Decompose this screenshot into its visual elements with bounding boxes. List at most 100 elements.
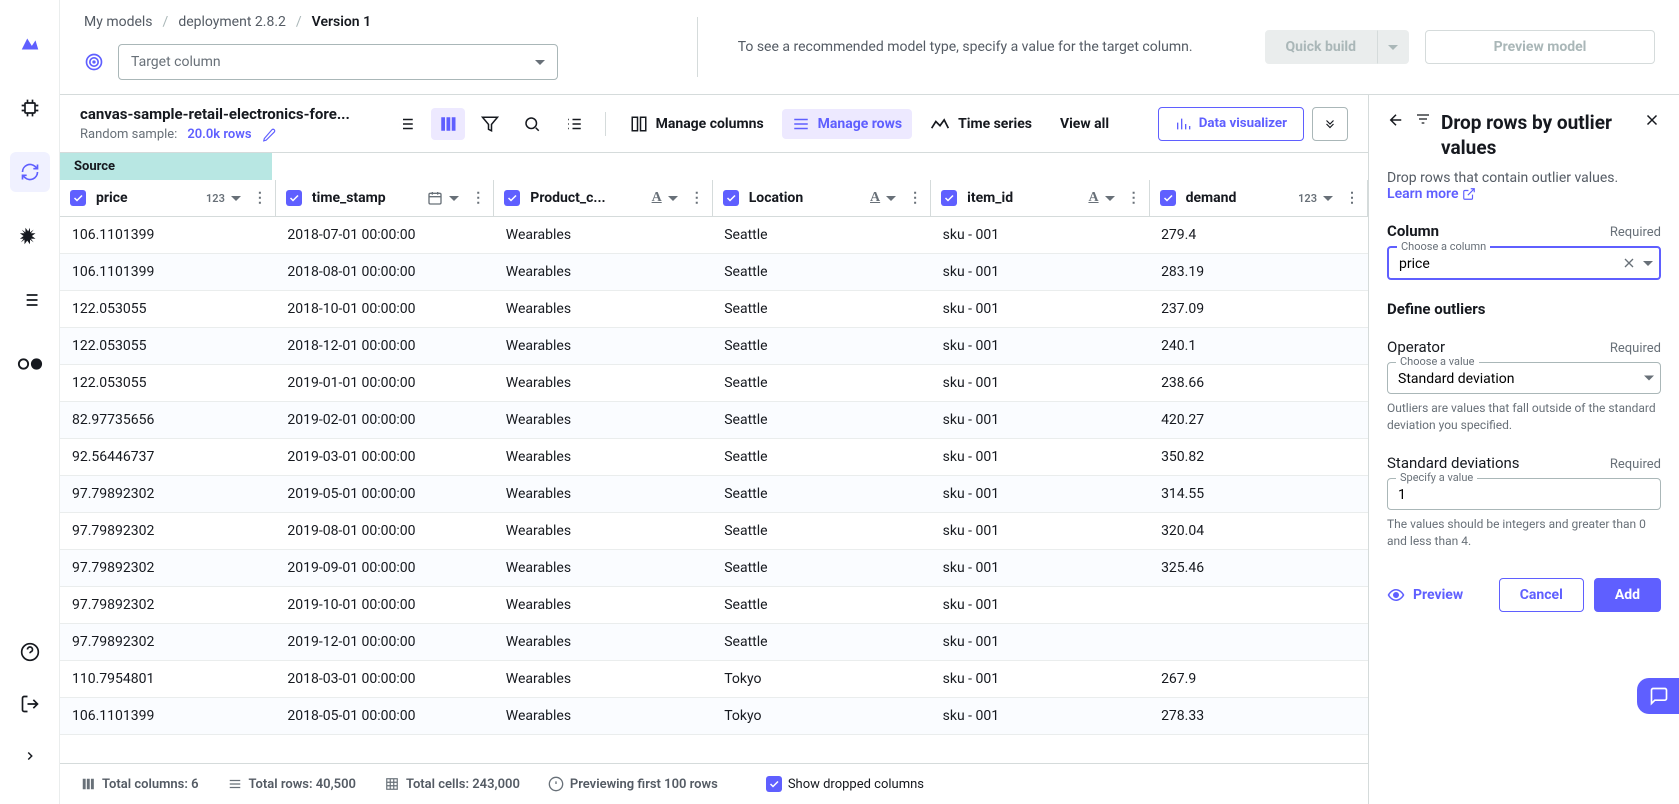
add-button[interactable]: Add [1594,578,1661,612]
list-view-icon[interactable] [389,108,423,140]
cancel-button[interactable]: Cancel [1499,578,1584,612]
column-checkbox[interactable] [286,190,302,206]
more-options-button[interactable] [1312,107,1348,141]
kebab-icon[interactable]: ⋮ [253,190,267,206]
breadcrumb-root[interactable]: My models [84,14,153,30]
panel-desc: Drop rows that contain outlier values. [1387,170,1661,186]
preview-button[interactable]: Preview [1387,586,1463,604]
column-header[interactable]: item_idA ⋮ [931,180,1149,217]
filter-icon[interactable] [1415,111,1431,127]
quick-build-split: Quick build [1265,30,1409,64]
sample-label: Random sample: [80,127,177,142]
kebab-icon[interactable]: ⋮ [908,190,922,206]
time-series-button[interactable]: Time series [920,110,1042,138]
nav-chip-icon[interactable] [10,88,50,128]
table-cell: 106.1101399 [60,698,275,735]
table-cell: 325.46 [1149,550,1367,587]
column-header[interactable]: price123 ⋮ [60,180,275,217]
column-checkbox[interactable] [723,190,739,206]
column-name: item_id [967,190,1013,206]
column-checkbox[interactable] [70,190,86,206]
manage-columns-button[interactable]: Manage columns [620,109,774,139]
column-input-wrap[interactable]: Choose a column [1387,246,1661,280]
nav-toggle-icon[interactable] [10,344,50,384]
define-outliers-label: Define outliers [1387,300,1661,318]
table-cell [1149,587,1367,624]
breadcrumb-current: Version 1 [312,14,371,30]
learn-more-link[interactable]: Learn more [1387,186,1476,202]
back-icon[interactable] [1387,111,1405,129]
chevron-down-icon[interactable] [449,196,459,201]
close-icon[interactable] [1643,111,1661,129]
manage-rows-button[interactable]: Manage rows [782,109,912,139]
column-checkbox[interactable] [941,190,957,206]
table-cell: Wearables [494,550,712,587]
table-cell: Seattle [712,291,930,328]
column-checkbox[interactable] [1160,190,1176,206]
side-panel: Drop rows by outlier values Drop rows th… [1369,95,1679,804]
chevron-down-icon[interactable] [1105,196,1115,201]
table-cell: 82.97735656 [60,402,275,439]
column-header[interactable]: Product_c...A ⋮ [494,180,712,217]
column-checkbox[interactable] [504,190,520,206]
std-input[interactable] [1398,487,1650,503]
quick-build-button: Quick build [1265,30,1377,64]
chat-fab[interactable] [1637,678,1679,714]
target-placeholder: Target column [131,54,221,70]
column-header[interactable]: time_stamp ⋮ [275,180,493,217]
column-input[interactable] [1399,256,1649,272]
table-cell: 2019-02-01 00:00:00 [275,402,493,439]
operator-select[interactable]: Choose a value [1387,362,1661,394]
edit-icon[interactable] [262,128,276,142]
steps-icon[interactable] [557,108,591,140]
table-cell: 2019-09-01 00:00:00 [275,550,493,587]
table-cell: Seattle [712,624,930,661]
target-column-select[interactable]: Target column [118,44,558,80]
nav-logout-icon[interactable] [10,684,50,724]
chevron-down-icon[interactable] [1643,261,1653,266]
nav-help-icon[interactable] [10,632,50,672]
column-header[interactable]: LocationA ⋮ [712,180,930,217]
table-cell: 2019-08-01 00:00:00 [275,513,493,550]
chevron-down-icon[interactable] [668,196,678,201]
chevron-down-icon[interactable] [231,196,241,201]
kebab-icon[interactable]: ⋮ [690,190,704,206]
kebab-icon[interactable]: ⋮ [471,190,485,206]
table-cell: Seattle [712,254,930,291]
nav-star-icon[interactable] [10,216,50,256]
search-icon[interactable] [515,108,549,140]
table-cell: sku - 001 [931,254,1149,291]
grid-footer: Total columns: 6 Total rows: 40,500 Tota… [60,763,1368,804]
grid-view-icon[interactable] [431,108,465,140]
column-header[interactable]: demand123 ⋮ [1149,180,1367,217]
clear-icon[interactable] [1621,255,1637,271]
operator-value[interactable] [1398,371,1650,387]
kebab-icon[interactable]: ⋮ [1345,190,1359,206]
source-tab[interactable]: Source [60,153,272,180]
chevron-down-icon[interactable] [1323,196,1333,201]
table-cell: Wearables [494,439,712,476]
operator-help: Outliers are values that fall outside of… [1387,400,1661,434]
view-all-button[interactable]: View all [1050,110,1119,138]
show-dropped-checkbox[interactable] [766,776,782,792]
nav-expand-icon[interactable] [10,736,50,776]
chevron-down-icon[interactable] [1644,376,1654,381]
table-cell: sku - 001 [931,291,1149,328]
nav-list-icon[interactable] [10,280,50,320]
std-input-wrap[interactable]: Specify a value [1387,478,1661,510]
chevron-down-icon[interactable] [886,196,896,201]
column-name: Location [749,190,803,206]
nav-refresh-icon[interactable] [10,152,50,192]
dataset-name: canvas-sample-retail-electronics-fore... [80,105,350,123]
sample-size[interactable]: 20.0k rows [187,127,251,142]
column-label: Column [1387,222,1439,240]
filter-icon[interactable] [473,108,507,140]
data-visualizer-button[interactable]: Data visualizer [1158,107,1304,141]
table-cell [1149,624,1367,661]
table-cell: sku - 001 [931,513,1149,550]
table-row: 122.0530552019-01-01 00:00:00WearablesSe… [60,365,1368,402]
nav-logo-icon[interactable] [10,24,50,64]
breadcrumb-mid[interactable]: deployment 2.8.2 [178,14,286,30]
kebab-icon[interactable]: ⋮ [1127,190,1141,206]
table-cell: sku - 001 [931,661,1149,698]
